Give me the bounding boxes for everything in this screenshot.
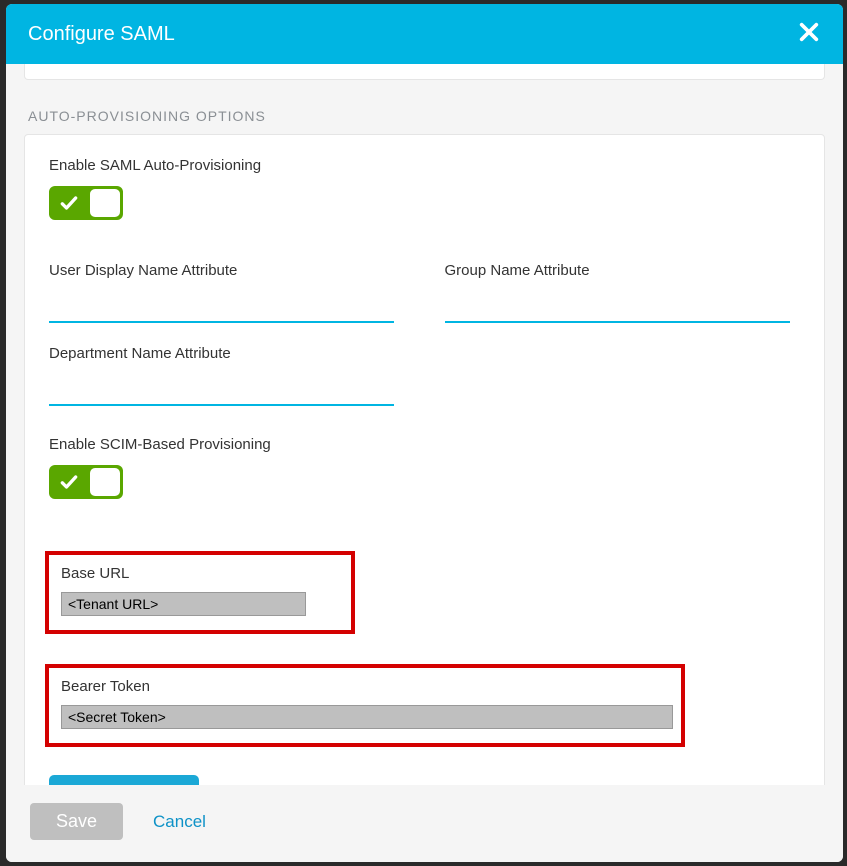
bearer-token-label: Bearer Token <box>61 678 669 695</box>
enable-saml-field: Enable SAML Auto-Provisioning <box>49 157 800 220</box>
department-name-field: Department Name Attribute <box>49 345 405 406</box>
autoprovisioning-card: Enable SAML Auto-Provisioning User Displ… <box>24 134 825 785</box>
group-name-input[interactable] <box>445 291 790 323</box>
user-display-name-field: User Display Name Attribute <box>49 262 405 323</box>
base-url-input[interactable] <box>61 592 306 616</box>
base-url-label: Base URL <box>61 565 339 582</box>
check-icon <box>59 193 79 218</box>
base-url-highlight: Base URL <box>45 551 355 634</box>
enable-scim-label: Enable SCIM-Based Provisioning <box>49 436 800 453</box>
generate-token-button[interactable]: Generate Token <box>49 775 199 785</box>
group-name-field: Group Name Attribute <box>445 262 801 323</box>
modal-title: Configure SAML <box>28 23 175 46</box>
check-icon <box>59 472 79 497</box>
bearer-token-highlight: Bearer Token <box>45 664 685 747</box>
cancel-link[interactable]: Cancel <box>153 812 206 832</box>
attribute-row-1: User Display Name Attribute Group Name A… <box>49 262 800 345</box>
modal-header: Configure SAML <box>6 4 843 64</box>
toggle-knob <box>90 189 120 217</box>
enable-saml-label: Enable SAML Auto-Provisioning <box>49 157 800 174</box>
previous-card-peek <box>24 64 825 80</box>
department-name-input[interactable] <box>49 374 394 406</box>
department-name-label: Department Name Attribute <box>49 345 405 362</box>
group-name-label: Group Name Attribute <box>445 262 801 279</box>
user-display-name-input[interactable] <box>49 291 394 323</box>
section-heading: AUTO-PROVISIONING OPTIONS <box>28 108 825 124</box>
enable-scim-field: Enable SCIM-Based Provisioning <box>49 436 800 499</box>
user-display-name-label: User Display Name Attribute <box>49 262 405 279</box>
enable-saml-toggle[interactable] <box>49 186 123 220</box>
configure-saml-modal: Configure SAML AUTO-PROVISIONING OPTIONS… <box>6 4 843 862</box>
save-button[interactable]: Save <box>30 803 123 840</box>
enable-scim-toggle[interactable] <box>49 465 123 499</box>
close-icon <box>798 21 820 48</box>
close-button[interactable] <box>797 22 821 46</box>
bearer-token-input[interactable] <box>61 705 673 729</box>
modal-footer: Save Cancel <box>6 785 843 862</box>
attribute-row-2: Department Name Attribute <box>49 345 800 428</box>
modal-scroll-area[interactable]: AUTO-PROVISIONING OPTIONS Enable SAML Au… <box>6 64 843 785</box>
toggle-knob <box>90 468 120 496</box>
